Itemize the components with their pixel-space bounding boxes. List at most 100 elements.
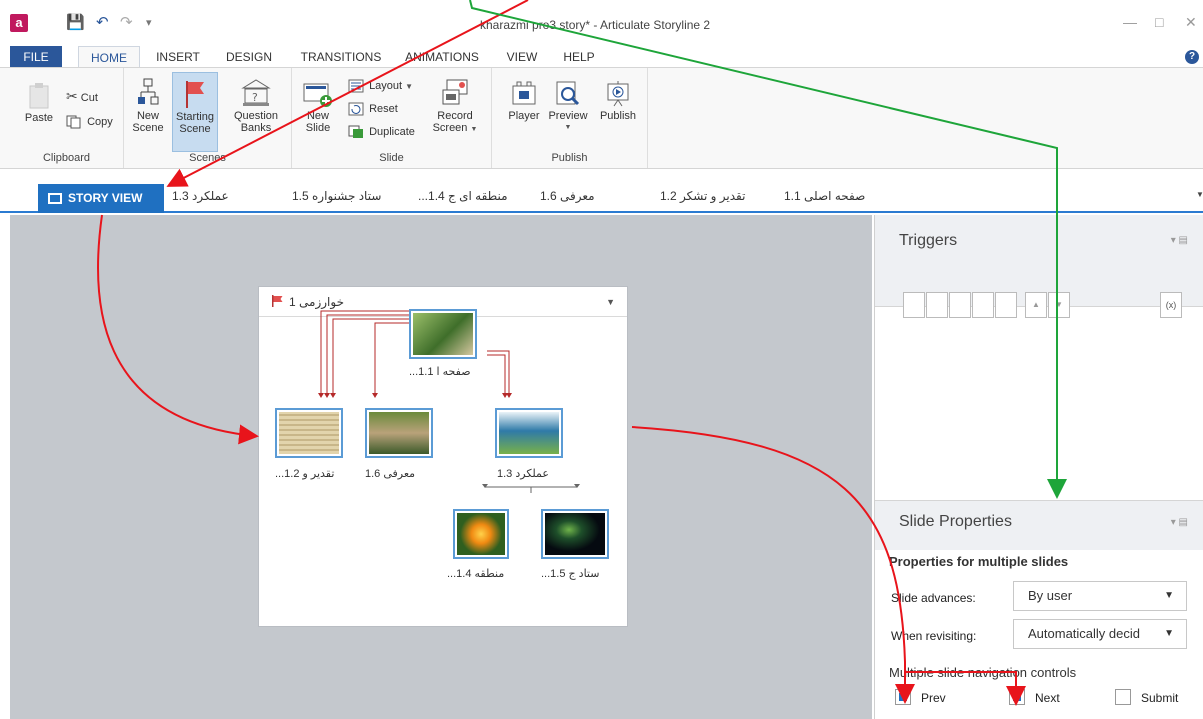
slide-advances-select[interactable]: By user ▼ [1013, 581, 1187, 611]
when-revisiting-select[interactable]: Automatically decid ▼ [1013, 619, 1187, 649]
publish-group-label: Publish [551, 152, 588, 164]
slide-properties-title: Slide Properties [899, 513, 1012, 530]
new-scene-label-2: Scene [132, 122, 164, 134]
slide-thumbnail-1-6[interactable] [365, 408, 433, 458]
new-scene-icon [138, 78, 159, 105]
duplicate-button[interactable]: Duplicate [348, 124, 415, 140]
slide-label-1-4: ...منطقه 1.4 [447, 568, 505, 580]
tab-slide-1-5[interactable]: ستاد جشنواره 1.5 [292, 189, 381, 203]
right-panel: Triggers ▾ ▤ ▲ ▼ (x) Slide Properties ▾ … [874, 215, 1203, 719]
next-checkbox[interactable] [1009, 689, 1025, 705]
slide-thumbnail-image [457, 513, 505, 555]
triggers-panel-pin-icon[interactable]: ▾ ▤ [1171, 235, 1188, 246]
window-title: kharazmi pro3 story* - Articulate Storyl… [480, 18, 711, 32]
tab-slide-1-1[interactable]: صفحه اصلی 1.1 [784, 189, 865, 203]
when-revisiting-value: Automatically decid [1028, 626, 1140, 641]
layout-button[interactable]: Layout ▼ [348, 78, 413, 94]
scissors-icon: ✂ [66, 88, 78, 104]
tab-slide-1-6[interactable]: معرفی 1.6 [540, 189, 595, 203]
slide-thumbnail-1-4[interactable] [453, 509, 509, 559]
variables-icon[interactable]: (x) [1160, 292, 1182, 318]
duplicate-label: Duplicate [369, 126, 415, 138]
tab-insert[interactable]: INSERT [148, 46, 208, 68]
publish-label: Publish [599, 110, 637, 122]
publish-group: Player Preview ▼ Publish Publish [492, 68, 648, 168]
player-icon [512, 81, 536, 105]
new-slide-icon [303, 83, 332, 107]
redo-icon[interactable]: ↷ [120, 13, 133, 31]
nav-controls-label: Multiple slide navigation controls [889, 665, 1077, 680]
new-trigger-icon[interactable] [903, 292, 925, 318]
when-revisiting-label: When revisiting: [891, 629, 977, 643]
slide-properties-pin-icon[interactable]: ▾ ▤ [1171, 517, 1188, 528]
tab-help[interactable]: HELP [556, 46, 602, 68]
tab-slide-1-3[interactable]: عملکرد 1.3 [172, 189, 229, 203]
tab-transitions[interactable]: TRANSITIONS [292, 46, 390, 68]
publish-button[interactable]: Publish [594, 80, 642, 122]
record-screen-button[interactable]: Record Screen ▼ [430, 78, 480, 136]
tab-animations[interactable]: ANIMATIONS [396, 46, 488, 68]
flag-icon [186, 81, 204, 108]
record-dropdown-icon: ▼ [470, 126, 478, 133]
edit-trigger-icon[interactable] [926, 292, 948, 318]
tab-design[interactable]: DESIGN [218, 46, 280, 68]
question-banks-button[interactable]: ? Question Banks [228, 78, 284, 134]
tabs-overflow-icon[interactable]: ▼ [1196, 190, 1203, 199]
app-logo-icon: a [10, 14, 28, 32]
slide-thumbnail-1-3[interactable] [495, 408, 563, 458]
story-view-icon [48, 193, 62, 204]
preview-icon [556, 81, 580, 106]
layout-icon [348, 79, 364, 93]
minimize-icon[interactable]: — [1123, 14, 1137, 30]
delete-trigger-icon[interactable] [995, 292, 1017, 318]
copy-label: Copy [87, 116, 113, 128]
player-button[interactable]: Player [506, 80, 542, 122]
prev-label: Prev [921, 691, 946, 705]
slide-properties-header: Slide Properties ▾ ▤ [875, 500, 1203, 550]
close-icon[interactable]: ✕ [1185, 14, 1197, 31]
slide-thumbnail-1-5[interactable] [541, 509, 609, 559]
slide-thumbnail-1-1[interactable] [409, 309, 477, 359]
copy-button[interactable]: Copy [66, 114, 113, 130]
new-scene-button[interactable]: New Scene [128, 78, 168, 134]
reset-icon [348, 102, 364, 116]
tab-story-view[interactable]: STORY VIEW [38, 184, 164, 213]
slide-thumbnail-image [545, 513, 605, 555]
move-down-icon[interactable]: ▼ [1048, 292, 1070, 318]
save-icon[interactable]: 💾 [66, 13, 85, 31]
starting-scene-label-1: Starting [176, 111, 214, 123]
slide-label-1-3: عملکرد 1.3 [497, 468, 549, 480]
submit-label: Submit [1141, 691, 1179, 705]
question-banks-label-1: Question [233, 110, 279, 122]
slide-thumbnail-1-2[interactable] [275, 408, 343, 458]
paste-button[interactable]: Paste [22, 82, 56, 124]
cut-button[interactable]: ✂ Cut [66, 88, 98, 104]
slide-advances-label: Slide advances: [891, 591, 976, 605]
customize-icon[interactable]: ▾ [146, 16, 152, 29]
reset-button[interactable]: Reset [348, 101, 398, 117]
submit-checkbox[interactable] [1115, 689, 1131, 705]
maximize-icon[interactable]: □ [1155, 14, 1163, 30]
move-up-icon[interactable]: ▲ [1025, 292, 1047, 318]
prev-checkbox[interactable] [895, 689, 911, 705]
starting-scene-button[interactable]: Starting Scene [172, 72, 218, 152]
copy-trigger-icon[interactable] [949, 292, 971, 318]
player-label: Player [508, 110, 540, 122]
paste-label: Paste [24, 112, 54, 124]
slide-thumbnail-image [279, 412, 339, 454]
tab-view[interactable]: VIEW [498, 46, 546, 68]
tab-slide-1-2[interactable]: تقدیر و تشکر 1.2 [660, 189, 745, 203]
scene-card[interactable]: خوارزمی 1 ▼ ...صفحه ا 1.1 ...تقدیر و 1.2… [258, 286, 628, 627]
reset-label: Reset [369, 103, 398, 115]
new-slide-button[interactable]: New Slide [298, 82, 338, 134]
new-slide-label-2: Slide [305, 122, 331, 134]
undo-icon[interactable]: ↶ [96, 13, 109, 31]
tab-slide-1-4[interactable]: ...منطقه ای ج 1.4 [418, 189, 508, 203]
preview-button[interactable]: Preview ▼ [544, 80, 592, 134]
tab-file[interactable]: FILE [10, 46, 62, 68]
slide-advances-value: By user [1028, 588, 1073, 603]
tab-home[interactable]: HOME [78, 46, 140, 68]
triggers-title: Triggers [899, 232, 958, 249]
paste-trigger-icon[interactable] [972, 292, 994, 318]
help-icon[interactable]: ? [1185, 50, 1199, 64]
